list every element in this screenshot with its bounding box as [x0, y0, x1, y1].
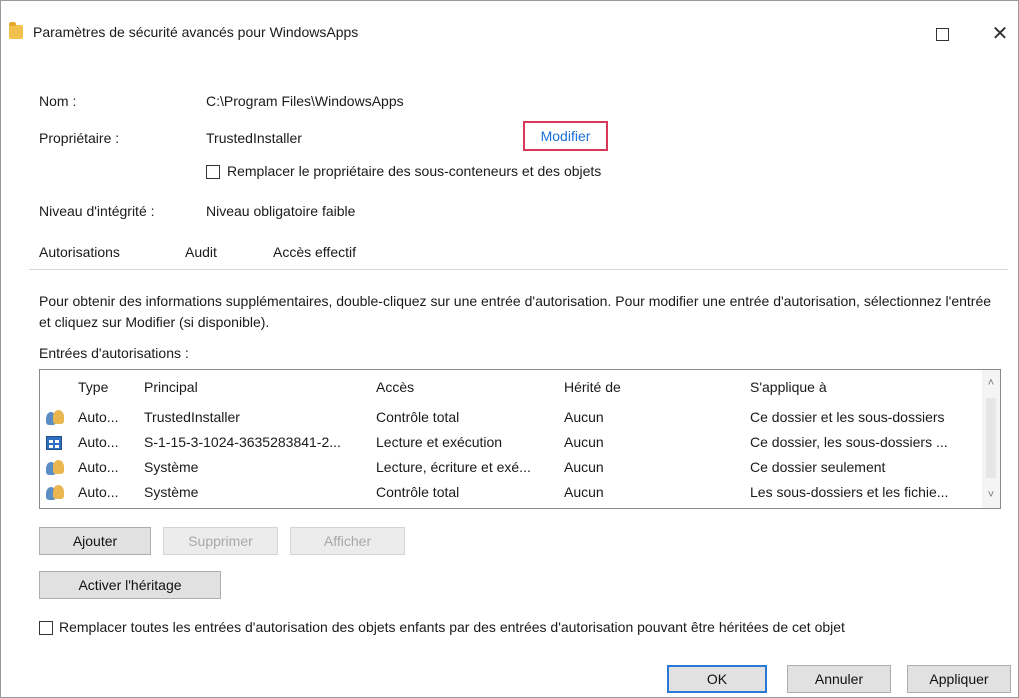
- users-icon: [46, 485, 64, 501]
- enable-inheritance-label: Activer l'héritage: [78, 577, 182, 593]
- folder-icon: [9, 22, 23, 39]
- row-herite: Aucun: [564, 484, 604, 500]
- row-applique: Ce dossier seulement: [750, 459, 886, 475]
- ok-button-label: OK: [706, 671, 728, 687]
- replace-children-label: Remplacer toutes les entrées d'autorisat…: [59, 619, 845, 635]
- table-row[interactable]: Auto... S-1-15-3-1024-3635283841-2... Le…: [40, 431, 980, 455]
- table-row[interactable]: Auto... TrustedInstaller Contrôle total …: [40, 406, 980, 430]
- maximize-button[interactable]: [927, 19, 957, 49]
- row-herite: Aucun: [564, 409, 604, 425]
- scroll-down-icon[interactable]: ˅: [982, 486, 1000, 504]
- title-bar: Paramètres de sécurité avancés pour Wind…: [1, 1, 1018, 63]
- row-type: Auto...: [78, 409, 119, 425]
- table-row[interactable]: Auto... Système Contrôle total Aucun Les…: [40, 481, 980, 505]
- cancel-button-label: Annuler: [814, 671, 864, 687]
- view-button[interactable]: Afficher: [290, 527, 405, 555]
- owner-modify-link-label: Modifier: [540, 128, 591, 144]
- column-herite[interactable]: Hérité de: [564, 379, 714, 395]
- entries-label: Entrées d'autorisations :: [39, 345, 189, 361]
- owner-modify-link[interactable]: Modifier: [523, 121, 608, 151]
- view-button-label: Afficher: [323, 533, 372, 549]
- maximize-icon: [935, 27, 949, 41]
- row-principal: TrustedInstaller: [144, 409, 240, 425]
- ok-button[interactable]: OK: [667, 665, 767, 693]
- row-applique: Ce dossier, les sous-dossiers ...: [750, 434, 948, 450]
- row-type: Auto...: [78, 484, 119, 500]
- users-icon: [46, 460, 64, 476]
- table-row[interactable]: Auto... Système Lecture, écriture et exé…: [40, 456, 980, 480]
- scroll-up-icon[interactable]: ˄: [982, 374, 1000, 392]
- row-type: Auto...: [78, 434, 119, 450]
- row-type: Auto...: [78, 459, 119, 475]
- column-acces[interactable]: Accès: [376, 379, 556, 395]
- apply-button[interactable]: Appliquer: [907, 665, 1011, 693]
- add-button-label: Ajouter: [72, 533, 118, 549]
- tab-autorisations[interactable]: Autorisations: [39, 244, 120, 260]
- row-principal: S-1-15-3-1024-3635283841-2...: [144, 434, 341, 450]
- row-herite: Aucun: [564, 434, 604, 450]
- row-applique: Les sous-dossiers et les fichie...: [750, 484, 949, 500]
- remove-button-label: Supprimer: [188, 533, 253, 549]
- replace-children-checkbox[interactable]: [39, 621, 53, 635]
- tab-acces-effectif[interactable]: Accès effectif: [273, 244, 356, 260]
- row-acces: Contrôle total: [376, 409, 460, 425]
- enable-inheritance-button[interactable]: Activer l'héritage: [39, 571, 221, 599]
- row-principal: Système: [144, 484, 199, 500]
- row-principal: Système: [144, 459, 199, 475]
- close-button[interactable]: ✕: [985, 19, 1015, 49]
- app-package-icon: [46, 435, 64, 451]
- column-type[interactable]: Type: [78, 379, 138, 395]
- cancel-button[interactable]: Annuler: [787, 665, 891, 693]
- permission-entries-list[interactable]: Type Principal Accès Hérité de S'appliqu…: [39, 369, 1001, 509]
- integrity-label: Niveau d'intégrité :: [39, 203, 155, 219]
- owner-label: Propriétaire :: [39, 130, 120, 146]
- replace-owner-label: Remplacer le propriétaire des sous-conte…: [227, 163, 602, 179]
- name-value: C:\Program Files\WindowsApps: [206, 93, 404, 109]
- integrity-value: Niveau obligatoire faible: [206, 203, 356, 219]
- row-applique: Ce dossier et les sous-dossiers: [750, 409, 945, 425]
- apply-button-label: Appliquer: [929, 671, 989, 687]
- add-button[interactable]: Ajouter: [39, 527, 151, 555]
- tab-audit[interactable]: Audit: [185, 244, 217, 260]
- close-icon: ✕: [991, 23, 1009, 45]
- remove-button[interactable]: Supprimer: [163, 527, 278, 555]
- row-acces: Lecture et exécution: [376, 434, 503, 450]
- owner-value: TrustedInstaller: [206, 130, 302, 146]
- advanced-security-dialog: Paramètres de sécurité avancés pour Wind…: [0, 0, 1019, 698]
- row-acces: Contrôle total: [376, 484, 460, 500]
- row-herite: Aucun: [564, 459, 604, 475]
- permissions-info-text: Pour obtenir des informations supplément…: [39, 293, 992, 330]
- column-applique[interactable]: S'applique à: [750, 379, 980, 395]
- list-header: Type Principal Accès Hérité de S'appliqu…: [40, 376, 980, 400]
- name-label: Nom :: [39, 93, 77, 109]
- scroll-thumb[interactable]: [986, 398, 996, 478]
- column-principal[interactable]: Principal: [144, 379, 372, 395]
- row-acces: Lecture, écriture et exé...: [376, 459, 531, 475]
- tab-divider: [29, 269, 1008, 270]
- window-title: Paramètres de sécurité avancés pour Wind…: [33, 24, 359, 40]
- users-icon: [46, 410, 64, 426]
- replace-owner-checkbox[interactable]: [206, 165, 220, 179]
- list-scrollbar[interactable]: ˄ ˅: [982, 370, 1000, 508]
